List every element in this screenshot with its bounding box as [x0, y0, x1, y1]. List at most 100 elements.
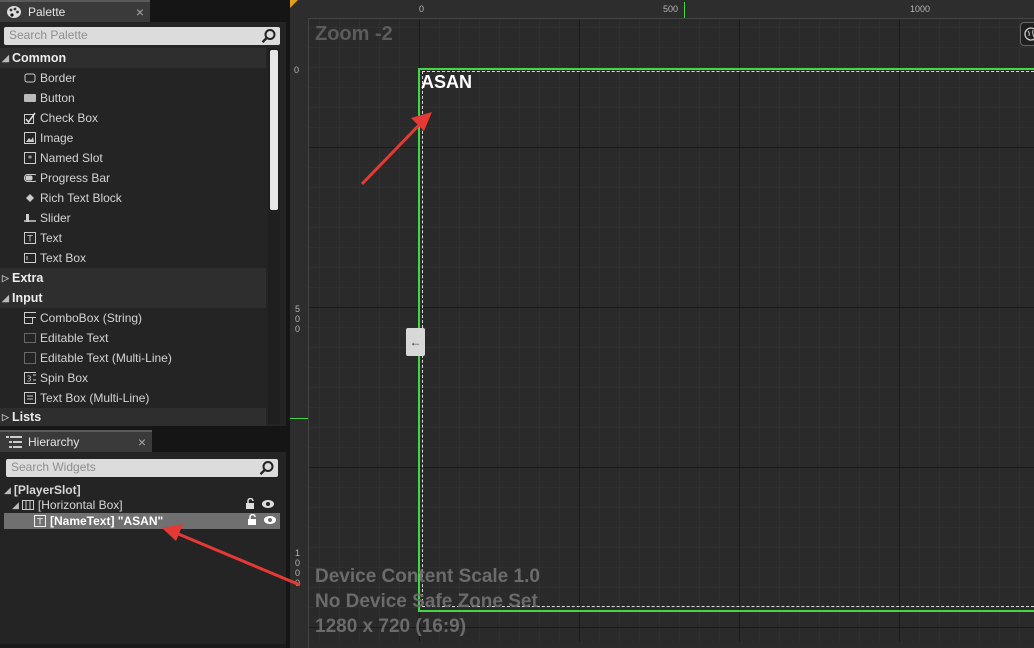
ruler-label: 1000: [910, 4, 931, 14]
close-icon[interactable]: ×: [136, 4, 144, 20]
hierarchy-icon: [6, 435, 22, 449]
svg-text:*: *: [28, 155, 33, 165]
hierarchy-panel: Hierarchy × ◢ [PlayerSlot] ◢ [Horizontal…: [0, 430, 286, 644]
text-box-multiline-icon: [24, 392, 36, 404]
palette-item-progress-bar[interactable]: Progress Bar: [0, 168, 266, 188]
combobox-icon: [24, 312, 36, 324]
search-icon[interactable]: [261, 28, 277, 44]
expanded-arrow-icon: ◢: [2, 52, 9, 63]
editable-text-multiline-icon: [24, 352, 36, 364]
horizontal-box-icon: [21, 500, 34, 510]
tree-node-horizontal-box[interactable]: ◢ [Horizontal Box]: [12, 497, 282, 513]
node-toggles: [246, 497, 274, 512]
button-icon: [24, 92, 36, 104]
tree-node-label: [PlayerSlot]: [13, 483, 81, 497]
ruler-label: 0: [294, 65, 300, 75]
palette-item-combobox-string[interactable]: ComboBox (String): [0, 308, 266, 328]
category-lists[interactable]: ▷ Lists: [0, 408, 266, 426]
palette-item-button[interactable]: Button: [0, 88, 266, 108]
category-common[interactable]: ◢ Common: [0, 48, 266, 68]
ruler-label: 1 0 0 0: [295, 548, 301, 588]
palette-tabbar: Palette ×: [0, 0, 286, 22]
unlock-icon[interactable]: [248, 513, 258, 528]
palette-item-label: Progress Bar: [40, 171, 111, 185]
palette-item-check-box[interactable]: Check Box: [0, 108, 266, 128]
globe-icon[interactable]: [1020, 22, 1034, 46]
palette-search-box: [4, 27, 280, 45]
ruler-cursor-marker: [684, 2, 685, 18]
palette-item-editable-text-multiline[interactable]: Editable Text (Multi-Line): [0, 348, 266, 368]
ruler-label: 5 0 0: [295, 304, 301, 334]
name-text-widget[interactable]: ASAN: [421, 72, 472, 93]
expanded-arrow-icon: ◢: [12, 499, 19, 510]
palette-item-label: Editable Text: [40, 331, 109, 345]
hierarchy-tab-label: Hierarchy: [28, 435, 80, 449]
category-extra[interactable]: ▷ Extra: [0, 268, 266, 288]
tree-node-label: [Horizontal Box]: [37, 498, 123, 512]
category-label: Extra: [12, 271, 44, 285]
eye-icon[interactable]: [262, 498, 274, 512]
named-slot-icon: *: [24, 152, 36, 164]
svg-text:T: T: [36, 518, 43, 528]
palette-icon: [6, 5, 22, 19]
close-icon[interactable]: ×: [138, 434, 146, 450]
palette-panel: Palette × ◢ Common Border Button Check B…: [0, 0, 286, 426]
palette-item-label: Slider: [40, 211, 71, 225]
palette-item-rich-text-block[interactable]: Rich Text Block: [0, 188, 266, 208]
palette-item-label: ComboBox (String): [40, 311, 143, 325]
progress-bar-icon: [24, 172, 36, 184]
collapse-arrow-button[interactable]: ←: [406, 328, 425, 356]
widget-bounds-dashed: [422, 71, 1034, 607]
palette-item-label: Text Box: [40, 251, 87, 265]
resolution-label: 1280 x 720 (16:9): [315, 616, 467, 637]
palette-scrollbar-thumb[interactable]: [270, 50, 278, 210]
palette-item-label: Editable Text (Multi-Line): [40, 351, 172, 365]
tab-palette[interactable]: Palette ×: [0, 0, 150, 22]
palette-tab-label: Palette: [28, 5, 66, 19]
tree-node-player-slot[interactable]: ◢ [PlayerSlot]: [4, 482, 81, 498]
palette-search-input[interactable]: [4, 27, 261, 43]
safe-zone-label: No Device Safe Zone Set: [315, 591, 538, 612]
category-label: Lists: [12, 410, 42, 424]
palette-item-image[interactable]: Image: [0, 128, 266, 148]
palette-item-spin-box[interactable]: 3 Spin Box: [0, 368, 266, 388]
splitter[interactable]: [286, 0, 290, 648]
palette-item-label: Spin Box: [40, 371, 89, 385]
slider-icon: [24, 212, 36, 224]
palette-item-label: Text Box (Multi-Line): [40, 391, 150, 405]
ruler-label: 0: [419, 4, 425, 14]
tree-node-label: [NameText] "ASAN": [50, 514, 164, 528]
palette-item-label: Border: [40, 71, 77, 85]
palette-item-label: Text: [40, 231, 63, 245]
palette-item-editable-text[interactable]: Editable Text: [0, 328, 266, 348]
node-toggles: [248, 513, 276, 528]
search-icon[interactable]: [259, 460, 275, 476]
text-icon: T: [34, 515, 46, 527]
editable-text-icon: [24, 332, 36, 344]
palette-item-label: Rich Text Block: [40, 191, 122, 205]
category-label: Input: [12, 291, 43, 305]
eye-icon[interactable]: [264, 514, 276, 528]
horizontal-ruler: 0 500 1000: [308, 0, 1034, 19]
hierarchy-search-input[interactable]: [6, 459, 259, 475]
category-label: Common: [12, 51, 67, 65]
collapsed-arrow-icon: ▷: [2, 411, 9, 422]
text-icon: T: [24, 232, 36, 244]
designer-viewport[interactable]: 0 500 1000 0 5 0 0 1 0 0 0 Zoom -2 ASAN …: [290, 0, 1034, 648]
tree-node-name-text-selected[interactable]: T [NameText] "ASAN": [4, 513, 280, 529]
palette-item-label: Check Box: [40, 111, 99, 125]
unlock-icon[interactable]: [246, 497, 256, 512]
vertical-ruler: 0 5 0 0 1 0 0 0: [290, 18, 309, 648]
palette-item-border[interactable]: Border: [0, 68, 266, 88]
palette-item-text-box-multiline[interactable]: Text Box (Multi-Line): [0, 388, 266, 408]
category-input[interactable]: ◢ Input: [0, 288, 266, 308]
palette-item-text[interactable]: T Text: [0, 228, 266, 248]
palette-item-named-slot[interactable]: * Named Slot: [0, 148, 266, 168]
tab-hierarchy[interactable]: Hierarchy ×: [0, 430, 152, 452]
palette-item-slider[interactable]: Slider: [0, 208, 266, 228]
palette-item-text-box[interactable]: Text Box: [0, 248, 266, 268]
svg-text:T: T: [26, 235, 33, 245]
device-content-scale-label: Device Content Scale 1.0: [315, 566, 540, 587]
ruler-corner: [290, 0, 308, 18]
border-icon: [24, 72, 36, 84]
